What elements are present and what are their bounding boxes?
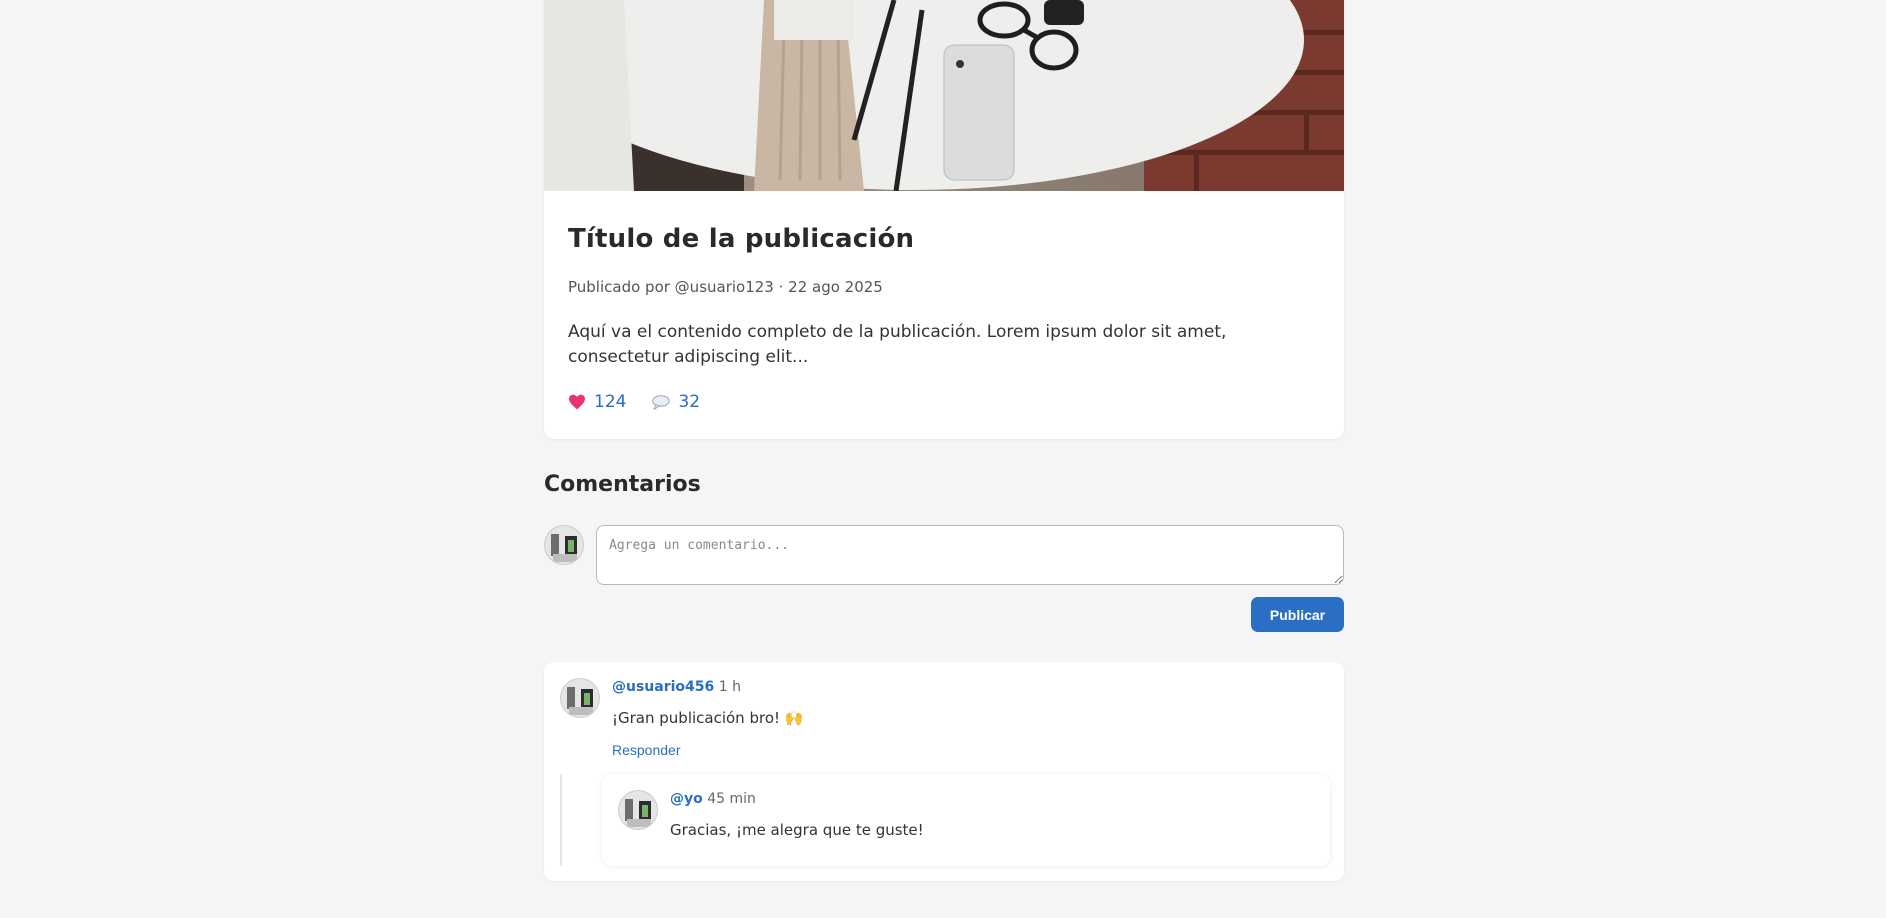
comment-card: @usuario456 1 h ¡Gran publicación bro! 🙌… — [544, 662, 1344, 881]
reply-username[interactable]: @yo — [670, 791, 703, 807]
reply-header: @yo 45 min — [670, 791, 756, 807]
publish-button[interactable]: Publicar — [1251, 597, 1344, 632]
comment-input[interactable] — [596, 525, 1344, 585]
post-card: Título de la publicación Publicado por @… — [544, 0, 1344, 439]
avatar — [618, 790, 658, 830]
comment-count-button[interactable]: 32 — [652, 392, 700, 412]
avatar — [544, 525, 584, 565]
like-button[interactable]: 124 — [568, 392, 626, 412]
reply-text: Gracias, ¡me alegra que te guste! — [670, 821, 924, 839]
post-title: Título de la publicación — [568, 224, 915, 254]
reply-link[interactable]: Responder — [612, 742, 681, 758]
post-stats: 124 32 — [568, 392, 726, 412]
reply-thread: @yo 45 min Gracias, ¡me alegra que te gu… — [560, 774, 1330, 866]
post-meta: Publicado por @usuario123 · 22 ago 2025 — [568, 278, 883, 296]
comment-header: @usuario456 1 h — [612, 679, 741, 695]
heart-icon — [569, 394, 585, 410]
comment-count: 32 — [678, 392, 701, 412]
reply-time: 45 min — [707, 791, 756, 807]
comment-text: ¡Gran publicación bro! 🙌 — [612, 709, 804, 727]
comment-time: 1 h — [718, 679, 741, 695]
speech-bubble-icon — [652, 394, 671, 410]
like-count: 124 — [594, 392, 627, 412]
avatar — [560, 678, 600, 718]
comments-heading: Comentarios — [544, 472, 701, 497]
comment-username[interactable]: @usuario456 — [612, 679, 714, 695]
post-image — [544, 0, 1344, 191]
post-body: Aquí va el contenido completo de la publ… — [568, 322, 1227, 367]
reply-card: @yo 45 min Gracias, ¡me alegra que te gu… — [602, 774, 1330, 866]
